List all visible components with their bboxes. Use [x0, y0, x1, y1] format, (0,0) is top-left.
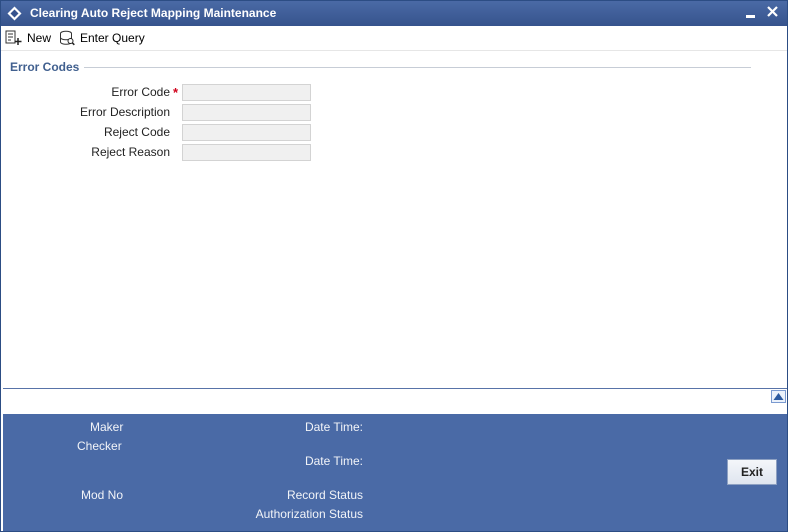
new-document-icon: [5, 30, 22, 45]
mod-no-label: Mod No: [81, 488, 124, 502]
enter-query-button[interactable]: Enter Query: [59, 28, 145, 48]
close-icon: [767, 6, 778, 17]
diamond-logo-icon: [7, 6, 22, 21]
error-code-field[interactable]: [182, 84, 311, 101]
section-title-error-codes: Error Codes: [10, 60, 80, 74]
scroll-up-button[interactable]: [771, 390, 786, 403]
checker-label: Checker: [77, 439, 122, 453]
authorization-status-label: Authorization Status: [255, 507, 363, 521]
section-divider: [84, 67, 751, 68]
title-bar[interactable]: Clearing Auto Reject Mapping Maintenance: [1, 1, 787, 26]
window: Clearing Auto Reject Mapping Maintenance: [0, 0, 788, 532]
error-description-label: Error Description: [79, 105, 170, 119]
reject-code-field[interactable]: [182, 124, 311, 141]
exit-button[interactable]: Exit: [727, 459, 777, 485]
triangle-up-icon: [773, 393, 784, 400]
error-description-field[interactable]: [182, 104, 311, 121]
minimize-icon: [746, 15, 755, 18]
minimize-button[interactable]: [743, 4, 759, 22]
maker-label: Maker: [90, 420, 124, 434]
toolbar: New Enter Query: [1, 26, 787, 51]
maker-date-time-label: Date Time:: [304, 420, 363, 434]
reject-reason-field[interactable]: [182, 144, 311, 161]
reject-code-label: Reject Code: [103, 125, 170, 139]
new-button[interactable]: New: [5, 28, 51, 48]
error-code-label: Error Code: [111, 85, 170, 99]
enter-query-label: Enter Query: [80, 31, 145, 45]
new-label: New: [27, 31, 52, 45]
close-button[interactable]: [765, 4, 781, 22]
query-database-icon: [60, 30, 75, 46]
reject-reason-label: Reject Reason: [91, 145, 170, 159]
window-title: Clearing Auto Reject Mapping Maintenance: [30, 6, 277, 20]
checker-date-time-label: Date Time:: [304, 454, 363, 468]
record-status-label: Record Status: [286, 488, 363, 502]
required-marker: *: [173, 85, 179, 100]
subsystem-bar: [3, 389, 787, 414]
